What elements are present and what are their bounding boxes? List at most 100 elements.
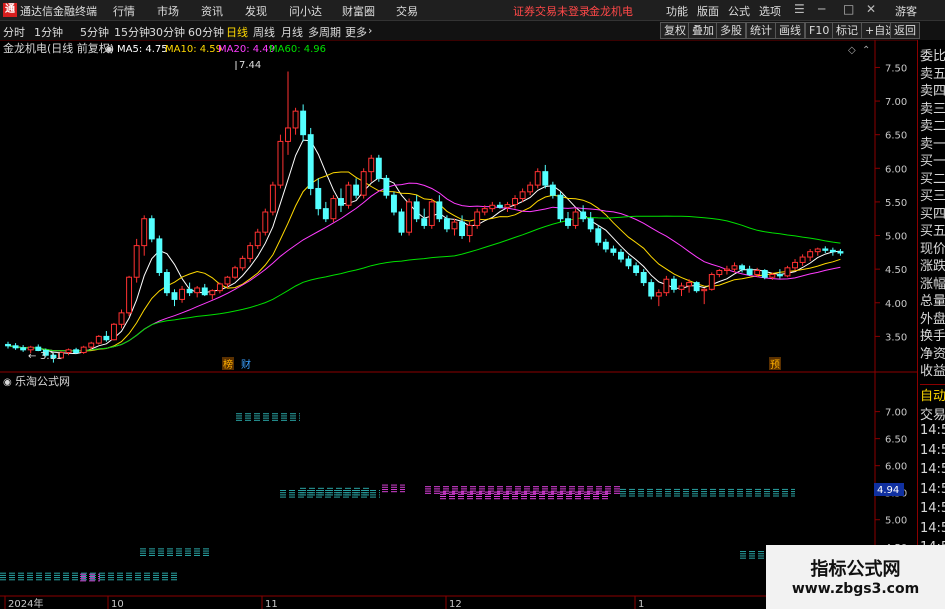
candle-body[interactable]	[322, 208, 329, 220]
candle-body[interactable]	[247, 245, 254, 259]
candle-body[interactable]	[814, 248, 821, 253]
candle-body[interactable]	[655, 292, 662, 297]
guest-label[interactable]: 游客	[895, 3, 917, 19]
candle-body[interactable]	[459, 221, 466, 237]
login-status[interactable]: 证券交易未登录	[513, 3, 590, 19]
sub-gear-icon[interactable]: ◉	[3, 377, 12, 388]
menu-zixun[interactable]: 资讯	[201, 3, 223, 19]
collapse-icon[interactable]: ⌃	[862, 45, 870, 56]
candle-body[interactable]	[716, 269, 723, 276]
candle-body[interactable]	[300, 110, 307, 136]
candle-body[interactable]	[807, 251, 814, 258]
candle-body[interactable]	[466, 224, 473, 237]
candle-body[interactable]	[398, 211, 405, 233]
minimize-icon[interactable]: ─	[818, 2, 825, 16]
candle-body[interactable]	[731, 265, 738, 270]
side-panel-item[interactable]: 买一	[920, 150, 945, 169]
candle-body[interactable]	[678, 285, 685, 290]
candle-body[interactable]	[224, 276, 231, 285]
duogu-button[interactable]: 多股	[716, 22, 746, 39]
period-fenshi[interactable]: 分时	[3, 24, 25, 40]
candle-body[interactable]	[436, 201, 443, 220]
side-panel-trade-item[interactable]: 14:56	[920, 443, 945, 458]
candle-body[interactable]	[670, 278, 677, 290]
candle-body[interactable]	[179, 288, 186, 300]
candle-body[interactable]	[640, 272, 647, 284]
candle-body[interactable]	[527, 184, 534, 193]
back-button[interactable]: 返回	[890, 22, 920, 39]
menu-icon[interactable]: ☰	[794, 2, 805, 16]
menu-xuanxiang[interactable]: 选项	[759, 3, 781, 19]
diamond-icon[interactable]: ◇	[848, 45, 856, 56]
candle-body[interactable]	[277, 140, 284, 186]
candle-body[interactable]	[156, 238, 163, 274]
side-panel-item[interactable]: 现价	[920, 238, 945, 257]
f10-button[interactable]: F10	[805, 22, 834, 39]
side-panel-item[interactable]: 委比	[920, 45, 945, 64]
candle-body[interactable]	[428, 201, 435, 226]
candle-body[interactable]	[595, 228, 602, 243]
candle-body[interactable]	[625, 258, 632, 267]
side-panel-item[interactable]: 净资	[920, 343, 945, 362]
period-multi[interactable]: 多周期	[308, 24, 341, 40]
period-5min[interactable]: 5分钟	[80, 24, 109, 40]
candle-body[interactable]	[618, 251, 624, 260]
candle-body[interactable]	[110, 323, 117, 341]
candle-body[interactable]	[693, 282, 700, 292]
menu-caifuquan[interactable]: 财富圈	[342, 3, 375, 19]
candle-body[interactable]	[126, 276, 133, 314]
menu-gongshi[interactable]: 公式	[728, 3, 750, 19]
side-panel-item[interactable]: 买五	[920, 220, 945, 239]
menu-hangqing[interactable]: 行情	[113, 3, 135, 19]
candle-body[interactable]	[163, 272, 170, 294]
period-more[interactable]: 更多	[345, 24, 367, 40]
candle-body[interactable]	[171, 292, 178, 300]
candle-body[interactable]	[648, 282, 655, 297]
candle-body[interactable]	[368, 157, 375, 173]
side-panel-item[interactable]: 卖二	[920, 115, 945, 134]
period-weekly[interactable]: 周线	[253, 24, 275, 40]
candle-body[interactable]	[822, 248, 829, 251]
close-icon[interactable]: ✕	[866, 2, 876, 16]
candle-body[interactable]	[723, 268, 730, 271]
candle-body[interactable]	[27, 346, 34, 351]
candle-body[interactable]	[186, 288, 193, 294]
candle-body[interactable]	[201, 287, 208, 296]
candle-body[interactable]	[254, 231, 261, 247]
candle-body[interactable]	[474, 211, 481, 226]
side-panel-item[interactable]: 买三	[920, 185, 945, 204]
candle-body[interactable]	[65, 349, 72, 354]
period-monthly[interactable]: 月线	[281, 24, 303, 40]
candle-body[interactable]	[602, 241, 609, 250]
candle-body[interactable]	[792, 261, 798, 269]
candle-body[interactable]	[88, 342, 95, 348]
side-panel-trade-item[interactable]: 14:56	[920, 482, 945, 497]
side-panel-item[interactable]: 换手	[920, 325, 945, 344]
candle-body[interactable]	[663, 278, 670, 294]
marker-yu[interactable]: 预	[770, 359, 780, 371]
menu-banmian[interactable]: 版面	[697, 3, 719, 19]
candle-body[interactable]	[216, 283, 223, 292]
candle-body[interactable]	[383, 177, 390, 196]
candle-body[interactable]	[80, 346, 87, 354]
side-panel-item[interactable]: 买二	[920, 168, 945, 187]
candle-body[interactable]	[194, 287, 201, 294]
candle-body[interactable]	[784, 267, 791, 277]
side-panel-trade-item[interactable]: 14:56	[920, 462, 945, 477]
menu-faxian[interactable]: 发现	[245, 3, 267, 19]
diejia-button[interactable]: 叠加	[688, 22, 718, 39]
candle-body[interactable]	[315, 187, 322, 210]
period-60min[interactable]: 60分钟	[188, 24, 224, 40]
candle-body[interactable]	[269, 184, 276, 213]
candle-body[interactable]	[799, 256, 806, 263]
period-daily[interactable]: 日线	[226, 24, 248, 40]
maximize-icon[interactable]: □	[843, 2, 854, 16]
candle-body[interactable]	[375, 157, 382, 179]
candle-body[interactable]	[837, 251, 844, 254]
candle-body[interactable]	[512, 198, 518, 206]
period-1min[interactable]: 1分钟	[34, 24, 63, 40]
period-30min[interactable]: 30分钟	[149, 24, 185, 40]
menu-shichang[interactable]: 市场	[157, 3, 179, 19]
candle-body[interactable]	[239, 257, 246, 269]
candle-body[interactable]	[829, 249, 836, 253]
